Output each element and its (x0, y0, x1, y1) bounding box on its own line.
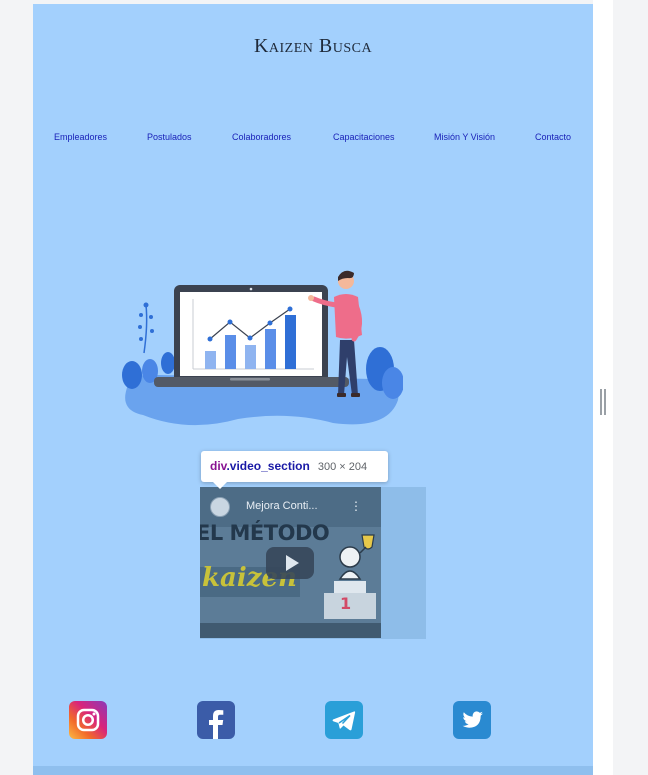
thumbnail-heading: EL MÉTODO (200, 521, 330, 545)
video-title[interactable]: Mejora Conti... (246, 500, 318, 512)
nav-link-postulados[interactable]: Postulados (147, 132, 192, 142)
instagram-icon[interactable] (69, 701, 107, 739)
nav-link-mision-vision[interactable]: Misión Y Visión (434, 132, 495, 142)
nav-link-contacto[interactable]: Contacto (535, 132, 571, 142)
video-section[interactable]: 1 Mejora Conti... ⋮ EL MÉTODO kaizen (200, 487, 381, 638)
video-control-bar (200, 623, 381, 638)
tooltip-dimensions: 300 × 204 (317, 461, 368, 473)
devtools-inspect-tooltip: div.video_section 300 × 204 (201, 451, 388, 489)
nav-link-empleadores[interactable]: Empleadores (54, 132, 107, 142)
svg-text:1: 1 (340, 594, 351, 613)
more-options-icon[interactable]: ⋮ (350, 499, 362, 513)
page-background: Kaizen Busca Empleadores Postulados Cola… (33, 4, 593, 775)
site-title: Kaizen Busca (253, 35, 373, 57)
facebook-icon[interactable] (197, 701, 235, 739)
viewport-gutter (593, 0, 613, 775)
telegram-icon[interactable] (325, 701, 363, 739)
twitter-icon[interactable] (453, 701, 491, 739)
footer-strip (33, 766, 593, 775)
tooltip-class: .video_section (226, 459, 310, 473)
nav-link-capacitaciones[interactable]: Capacitaciones (333, 132, 395, 142)
hero-illustration (122, 270, 403, 426)
devtools-panel-edge (613, 0, 648, 775)
panel-resize-handle[interactable] (600, 389, 606, 415)
tooltip-tag: div (210, 459, 227, 473)
play-icon[interactable] (286, 555, 299, 571)
nav-link-colaboradores[interactable]: Colaboradores (232, 132, 291, 142)
channel-avatar[interactable] (210, 497, 230, 517)
main-nav: Empleadores Postulados Colaboradores Cap… (33, 132, 593, 148)
